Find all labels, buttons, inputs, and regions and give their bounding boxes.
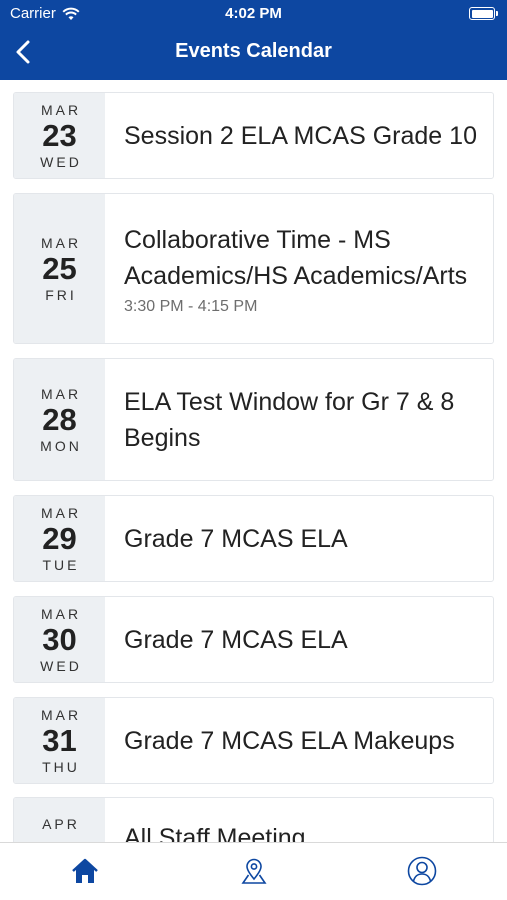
event-month: MAR	[40, 605, 82, 622]
map-pin-icon	[241, 858, 267, 884]
event-content: Collaborative Time - MS Academics/HS Aca…	[105, 194, 493, 343]
event-date: APR	[14, 798, 105, 842]
event-title: ELA Test Window for Gr 7 & 8 Begins	[124, 387, 455, 452]
event-content: Session 2 ELA MCAS Grade 10	[105, 93, 493, 178]
tab-home[interactable]	[69, 855, 101, 887]
tab-map[interactable]	[238, 855, 270, 887]
event-date: MAR 29 TUE	[14, 496, 105, 581]
event-card[interactable]: MAR 23 WED Session 2 ELA MCAS Grade 10	[13, 92, 494, 179]
event-day: 30	[42, 621, 77, 657]
event-month: MAR	[40, 504, 82, 521]
event-weekday: THU	[42, 758, 80, 775]
event-title: All Staff Meeting	[124, 824, 306, 842]
event-time: 3:30 PM - 4:15 PM	[124, 297, 258, 315]
event-title: Session 2 ELA MCAS Grade 10	[124, 121, 477, 150]
event-card[interactable]: MAR 29 TUE Grade 7 MCAS ELA	[13, 495, 494, 582]
event-date: MAR 25 FRI	[14, 194, 105, 343]
event-content: ELA Test Window for Gr 7 & 8 Begins	[105, 359, 493, 480]
event-date: MAR 31 THU	[14, 698, 105, 783]
event-date: MAR 30 WED	[14, 597, 105, 682]
event-title: Grade 7 MCAS ELA	[124, 625, 348, 654]
event-day: 25	[42, 250, 77, 286]
event-title: Grade 7 MCAS ELA Makeups	[124, 726, 455, 755]
events-list[interactable]: MAR 23 WED Session 2 ELA MCAS Grade 10 M…	[0, 80, 507, 842]
battery-icon	[469, 7, 498, 20]
event-card[interactable]: MAR 28 MON ELA Test Window for Gr 7 & 8 …	[13, 358, 494, 481]
event-day: 28	[42, 401, 77, 437]
event-card[interactable]: MAR 25 FRI Collaborative Time - MS Acade…	[13, 193, 494, 344]
page-title: Events Calendar	[175, 40, 332, 62]
event-weekday: MON	[40, 437, 82, 454]
profile-icon	[407, 856, 437, 886]
event-weekday: TUE	[42, 556, 80, 573]
event-weekday: WED	[40, 657, 82, 674]
event-title: Grade 7 MCAS ELA	[124, 524, 348, 553]
tab-bar	[0, 842, 507, 900]
event-weekday: FRI	[45, 286, 77, 303]
event-card[interactable]: MAR 31 THU Grade 7 MCAS ELA Makeups	[13, 697, 494, 784]
event-content: All Staff Meeting	[105, 798, 493, 842]
home-icon	[72, 858, 98, 883]
event-day: 29	[42, 520, 77, 556]
event-weekday: WED	[40, 153, 82, 170]
event-card[interactable]: MAR 30 WED Grade 7 MCAS ELA	[13, 596, 494, 683]
event-title: Collaborative Time - MS Academics/HS Aca…	[124, 225, 468, 290]
status-bar: Carrier 4:02 PM	[0, 0, 507, 28]
event-month: MAR	[40, 706, 82, 723]
event-card[interactable]: APR All Staff Meeting	[13, 797, 494, 842]
clock: 4:02 PM	[225, 5, 282, 22]
event-content: Grade 7 MCAS ELA	[105, 597, 493, 682]
event-content: Grade 7 MCAS ELA	[105, 496, 493, 581]
event-date: MAR 23 WED	[14, 93, 105, 178]
event-content: Grade 7 MCAS ELA Makeups	[105, 698, 493, 783]
event-month: MAR	[40, 234, 82, 251]
event-month: MAR	[40, 101, 82, 118]
event-day: 31	[42, 722, 77, 758]
event-month: MAR	[40, 385, 82, 402]
event-date: MAR 28 MON	[14, 359, 105, 480]
tab-profile[interactable]	[406, 855, 438, 887]
event-day: 23	[42, 117, 77, 153]
event-month: APR	[42, 816, 80, 832]
nav-bar: Carrier 4:02 PM Events Calendar	[0, 0, 507, 80]
